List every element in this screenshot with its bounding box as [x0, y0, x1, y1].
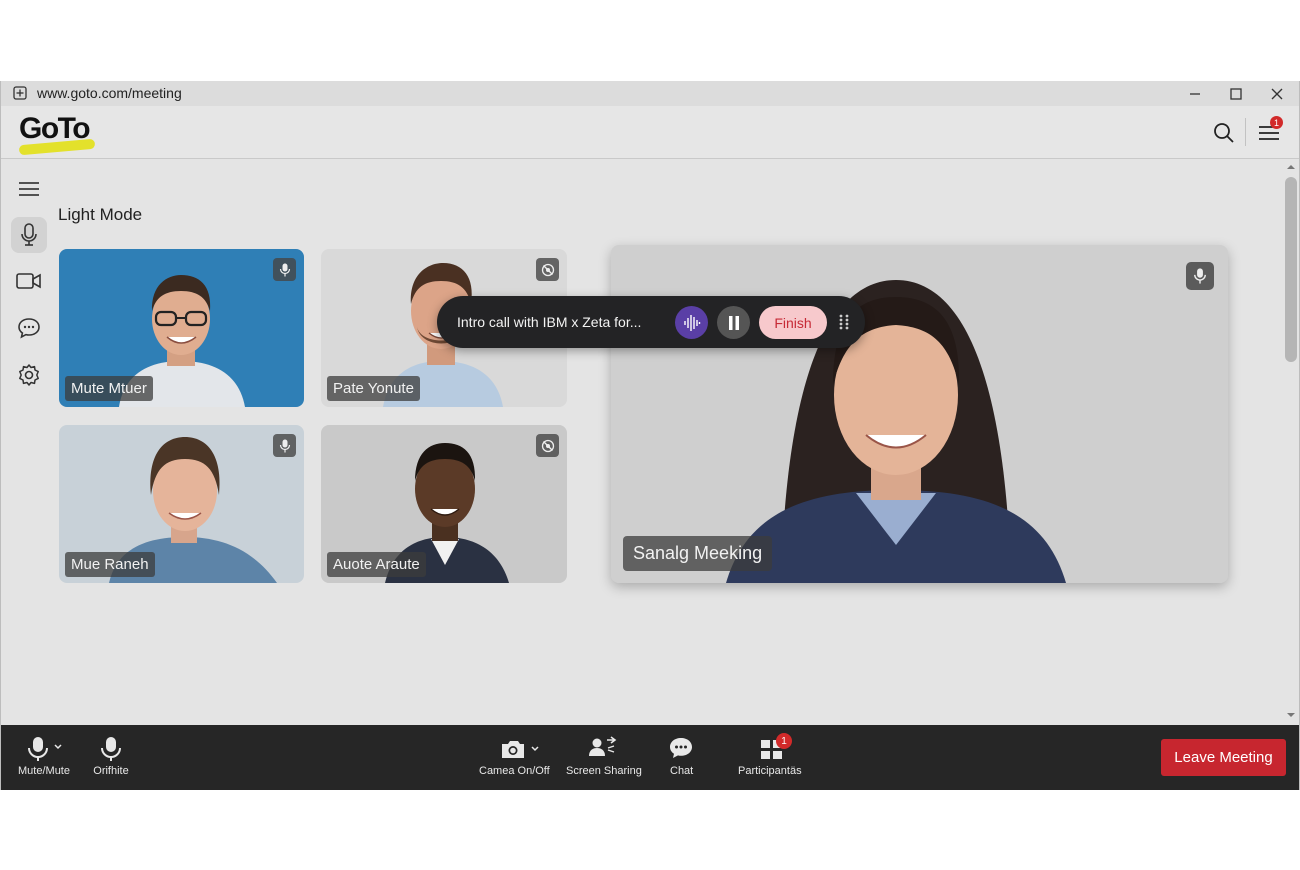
goto-logo[interactable]: GoTo	[18, 112, 99, 156]
camera-toggle-button[interactable]: Camea On/Off	[477, 725, 551, 790]
search-button[interactable]	[1211, 120, 1237, 146]
mic-icon	[279, 439, 290, 452]
audio-wave-button[interactable]	[675, 306, 708, 339]
screen-share-icon	[589, 736, 617, 756]
participant-tile[interactable]: Auote Araute	[321, 425, 567, 583]
mute-button[interactable]: Mute/Mute	[15, 725, 73, 790]
mic-status	[1186, 262, 1214, 290]
mic-status	[273, 434, 296, 457]
sidebar-toggle-button[interactable]	[11, 171, 47, 207]
video-camera-icon	[16, 273, 41, 289]
participants-count-badge: 1	[776, 733, 792, 749]
leave-meeting-button[interactable]: Leave Meeting	[1161, 739, 1286, 776]
minimize-button[interactable]	[1175, 81, 1215, 106]
participant-name: Auote Araute	[327, 552, 426, 577]
mic-icon	[279, 263, 290, 276]
drag-handle-icon[interactable]	[838, 314, 850, 330]
hamburger-icon	[19, 182, 39, 196]
camera-label: Camea On/Off	[479, 765, 550, 777]
new-tab-icon[interactable]	[13, 86, 27, 100]
browser-titlebar: www.goto.com/meeting	[1, 81, 1299, 106]
scroll-down-arrow-icon[interactable]	[1284, 711, 1298, 719]
minimize-icon	[1190, 92, 1200, 95]
main-speaker-name: Sanalg Meeking	[623, 536, 773, 571]
app-window: www.goto.com/meeting GoTo 1 Light Mode M…	[0, 81, 1300, 790]
waveform-icon	[683, 314, 700, 331]
participant-name: Mue Raneh	[65, 552, 155, 577]
participant-name: Mute Mtuer	[65, 376, 153, 401]
camera-icon	[502, 741, 539, 758]
sidebar-item-chat[interactable]	[11, 310, 47, 346]
page-title: Light Mode	[58, 205, 143, 224]
microphone-icon	[101, 737, 121, 761]
maximize-button[interactable]	[1216, 81, 1256, 106]
logo-text: GoTo	[19, 112, 91, 145]
microphone-label: Orifhite	[93, 765, 129, 777]
finish-button[interactable]: Finish	[759, 306, 827, 339]
chat-button[interactable]: Chat	[663, 725, 699, 790]
screen-sharing-label: Screen Sharing	[566, 765, 642, 777]
mic-status	[536, 258, 559, 281]
close-icon	[1271, 88, 1283, 99]
gear-icon	[19, 364, 39, 386]
address-url[interactable]: www.goto.com/meeting	[37, 85, 182, 101]
mic-icon	[1194, 268, 1206, 284]
pause-button[interactable]	[717, 306, 750, 339]
sidebar-item-settings[interactable]	[11, 357, 47, 393]
mic-status	[536, 434, 559, 457]
participant-tile[interactable]: Mue Raneh	[59, 425, 304, 583]
participants-label: Participantäs	[738, 765, 802, 777]
chat-bubble-icon	[670, 738, 692, 758]
participant-name: Pate Yonute	[327, 376, 420, 401]
microphone-icon	[28, 737, 62, 761]
meeting-controls-bar: Mute/Mute Orifhite Camea On/Off Screen S…	[1, 725, 1299, 790]
mute-label: Mute/Mute	[18, 765, 70, 777]
scroll-up-arrow-icon[interactable]	[1284, 163, 1298, 171]
participant-tile[interactable]: Mute Mtuer	[59, 249, 304, 407]
microphone-button[interactable]: Orifhite	[89, 725, 133, 790]
sidebar-item-audio[interactable]	[11, 217, 47, 253]
recording-widget: Intro call with IBM x Zeta for... Finish	[437, 296, 865, 348]
scrollbar-thumb[interactable]	[1285, 177, 1297, 362]
chat-label: Chat	[670, 765, 694, 777]
recording-title: Intro call with IBM x Zeta for...	[457, 314, 642, 330]
app-header: GoTo 1	[1, 106, 1299, 159]
search-icon	[1214, 123, 1234, 143]
chat-bubble-icon	[18, 318, 40, 339]
camera-off-icon	[541, 263, 554, 276]
mic-status	[273, 258, 296, 281]
camera-off-icon	[541, 439, 554, 452]
screen-sharing-button[interactable]: Screen Sharing	[564, 725, 642, 790]
pause-icon	[728, 315, 739, 330]
close-button[interactable]	[1257, 81, 1297, 106]
participants-button[interactable]: 1 Participantäs	[736, 725, 808, 790]
sidebar-item-video[interactable]	[11, 263, 47, 299]
maximize-icon	[1230, 87, 1242, 100]
header-divider	[1245, 118, 1246, 146]
menu-notification-badge: 1	[1270, 116, 1283, 129]
microphone-icon	[21, 223, 37, 246]
